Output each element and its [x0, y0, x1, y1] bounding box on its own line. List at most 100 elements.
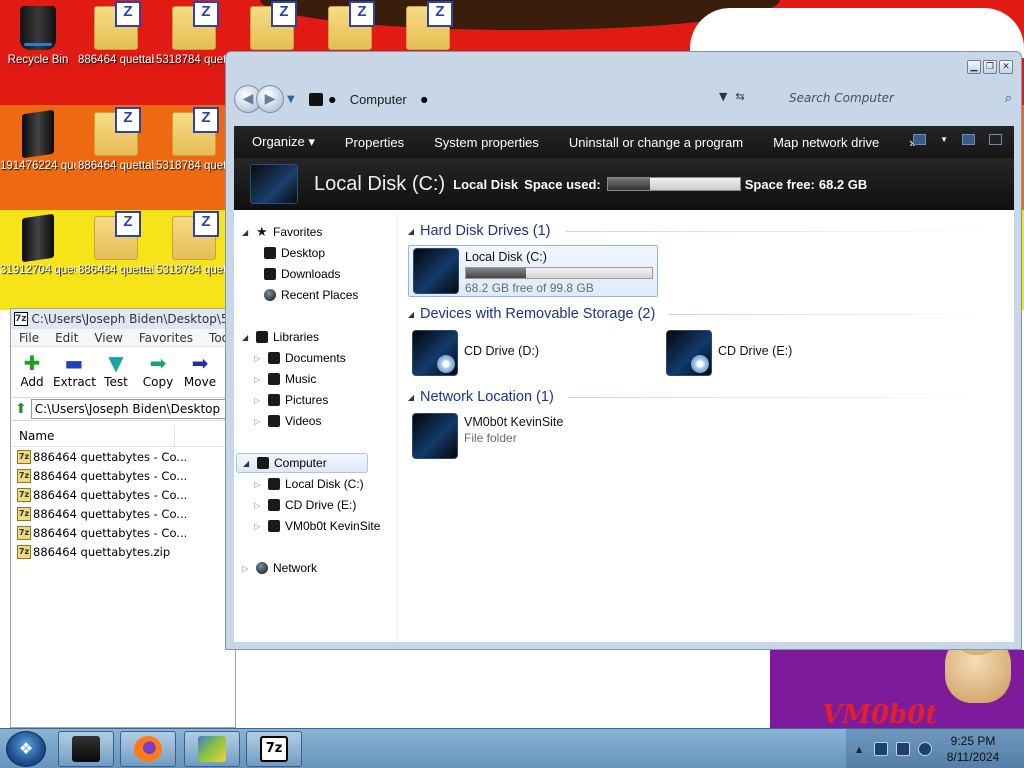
desktop-icon-zip[interactable]: 5318784 quettabyte...: [156, 1, 232, 68]
address-dropdown-icon[interactable]: ▼: [719, 90, 727, 103]
desktop-icon-zip[interactable]: [390, 1, 466, 53]
volume-icon[interactable]: [918, 742, 932, 756]
expand-icon[interactable]: ▷: [254, 417, 263, 426]
collapse-icon[interactable]: ◢: [402, 393, 414, 402]
desktop-icon-computer[interactable]: 191476224 quettabyte...: [0, 109, 76, 174]
7zip-title-bar[interactable]: 7z C:\Users\Joseph Biden\Desktop\5318: [11, 309, 235, 329]
drive-tile-cd-e[interactable]: CD Drive (E:): [662, 328, 902, 380]
file-row[interactable]: 7z 886464 quettabytes - Co...: [11, 504, 235, 523]
network-status-icon[interactable]: [896, 742, 910, 756]
uninstall-program-button[interactable]: Uninstall or change a program: [554, 135, 758, 150]
close-button[interactable]: ✕: [999, 60, 1013, 74]
recent-pages-dropdown-icon[interactable]: ▼: [287, 94, 295, 105]
nav-pictures[interactable]: ▷ Pictures: [254, 390, 328, 410]
desktop-icon-zip[interactable]: 5318784 quettabytes...: [156, 211, 232, 278]
nav-music[interactable]: ▷ Music: [254, 369, 316, 389]
column-header-name[interactable]: Name: [11, 425, 235, 447]
desktop-icon-zip[interactable]: 886464 quettabyte...: [78, 1, 154, 68]
collapse-icon[interactable]: ◢: [402, 310, 414, 319]
breadcrumb-computer[interactable]: Computer: [350, 92, 407, 107]
nav-desktop[interactable]: Desktop: [264, 243, 325, 263]
taskbar-control-panel-button[interactable]: [184, 731, 240, 767]
system-clock[interactable]: 9:25 PM 8/11/2024: [936, 733, 1010, 765]
collapse-icon[interactable]: ◢: [243, 459, 252, 468]
start-button[interactable]: ❖: [6, 731, 46, 767]
search-icon[interactable]: ⌕: [1005, 91, 1012, 106]
desktop-icon-recycle-bin[interactable]: Recycle Bin: [0, 6, 76, 68]
toolbar-add-button[interactable]: ✚ Add: [11, 351, 53, 397]
forward-button[interactable]: ▶: [256, 85, 284, 113]
organize-button[interactable]: Organize ▾: [234, 134, 330, 150]
network-tile-kevinsite[interactable]: VM0b0t KevinSite File folder: [408, 411, 648, 463]
breadcrumb-separator-icon[interactable]: ●: [421, 95, 428, 104]
toolbar-move-button[interactable]: ➡ Move: [179, 351, 221, 397]
file-row[interactable]: 7z 886464 quettabytes - Co...: [11, 466, 235, 485]
file-row[interactable]: 7z 886464 quettabytes - Co...: [11, 447, 235, 466]
expand-icon[interactable]: ▷: [242, 564, 251, 573]
desktop-icon-zip[interactable]: 5318784 quettabytes...: [156, 107, 232, 174]
properties-button[interactable]: Properties: [330, 135, 419, 150]
desktop-icon-zip[interactable]: 886464 quettabyte...: [78, 107, 154, 174]
nav-label: Desktop: [281, 246, 326, 260]
change-view-icon[interactable]: [913, 134, 927, 145]
nav-favorites[interactable]: ◢ ★ Favorites: [242, 222, 322, 242]
desktop-icon-zip[interactable]: [234, 1, 310, 53]
view-options-dropdown-icon[interactable]: ▼: [940, 135, 948, 144]
expand-icon[interactable]: ▷: [254, 354, 263, 363]
menu-file[interactable]: File: [11, 329, 47, 346]
nav-cd-drive-e[interactable]: ▷ CD Drive (E:): [254, 495, 356, 515]
system-properties-button[interactable]: System properties: [419, 135, 554, 150]
toolbar-test-button[interactable]: ▼ Test: [95, 351, 137, 397]
minimize-button[interactable]: ▁: [967, 60, 981, 74]
group-removable-storage[interactable]: ◢ Devices with Removable Storage (2): [402, 303, 1006, 325]
expand-icon[interactable]: ▷: [254, 375, 263, 384]
nav-recent-places[interactable]: Recent Places: [264, 285, 358, 305]
collapse-icon[interactable]: ◢: [402, 227, 414, 236]
menu-edit[interactable]: Edit: [47, 329, 86, 346]
nav-libraries[interactable]: ◢ Libraries: [242, 327, 319, 347]
desktop-icon-zip[interactable]: [312, 1, 388, 53]
taskbar-firefox-button[interactable]: [120, 731, 176, 767]
desktop-icon-zip[interactable]: 886464 quettabytes...: [78, 211, 154, 278]
toolbar-button-label: Extract: [53, 375, 96, 389]
menu-view[interactable]: View: [86, 329, 130, 346]
music-icon: [268, 373, 280, 385]
nav-downloads[interactable]: Downloads: [264, 264, 340, 284]
refresh-icon[interactable]: ⇆: [735, 90, 744, 103]
collapse-icon[interactable]: ◢: [242, 228, 251, 237]
taskbar-explorer-button[interactable]: [58, 731, 114, 767]
map-network-drive-button[interactable]: Map network drive: [758, 135, 894, 150]
collapse-icon[interactable]: ◢: [242, 333, 251, 342]
nav-videos[interactable]: ▷ Videos: [254, 411, 321, 431]
toolbar-copy-button[interactable]: ➡ Copy: [137, 351, 179, 397]
expand-icon[interactable]: ▷: [254, 396, 263, 405]
breadcrumb-separator-icon[interactable]: ●: [329, 95, 336, 104]
file-row[interactable]: 7z 886464 quettabytes - Co...: [11, 485, 235, 504]
group-network-location[interactable]: ◢ Network Location (1): [402, 386, 1006, 408]
nav-local-disk[interactable]: ▷ Local Disk (C:): [254, 474, 364, 494]
taskbar-7zip-button[interactable]: 7z: [246, 731, 302, 767]
drive-tile-local-disk[interactable]: Local Disk (C:) 68.2 GB free of 99.8 GB: [408, 245, 658, 297]
preview-pane-icon[interactable]: [962, 134, 975, 145]
file-row[interactable]: 7z 886464 quettabytes - Co...: [11, 523, 235, 542]
nav-network[interactable]: ▷ Network: [242, 558, 317, 578]
toolbar-extract-button[interactable]: ▬ Extract: [53, 351, 96, 397]
search-box[interactable]: Search Computer ⌕: [774, 84, 1012, 112]
menu-favorites[interactable]: Favorites: [131, 329, 201, 346]
group-hard-disk-drives[interactable]: ◢ Hard Disk Drives (1): [402, 220, 1006, 242]
7zip-address-input[interactable]: C:\Users\Joseph Biden\Desktop: [30, 399, 235, 419]
expand-icon[interactable]: ▷: [254, 522, 263, 531]
maximize-button[interactable]: ❐: [983, 60, 997, 74]
nav-computer[interactable]: ◢ Computer: [236, 453, 368, 473]
expand-icon[interactable]: ▷: [254, 480, 263, 489]
nav-kevinsite[interactable]: ▷ VM0b0t KevinSite: [254, 516, 380, 536]
drive-tile-cd-d[interactable]: CD Drive (D:): [408, 328, 648, 380]
nav-documents[interactable]: ▷ Documents: [254, 348, 346, 368]
help-icon[interactable]: [989, 134, 1002, 145]
file-row[interactable]: 7z 886464 quettabytes.zip: [11, 542, 235, 561]
tray-app-icon[interactable]: [874, 742, 888, 756]
folder-up-icon[interactable]: ⬆: [15, 401, 27, 417]
show-hidden-icons-icon[interactable]: ▲: [856, 745, 866, 754]
expand-icon[interactable]: ▷: [254, 501, 263, 510]
desktop-icon-computer[interactable]: 31912704 quettabytes...: [0, 213, 76, 278]
